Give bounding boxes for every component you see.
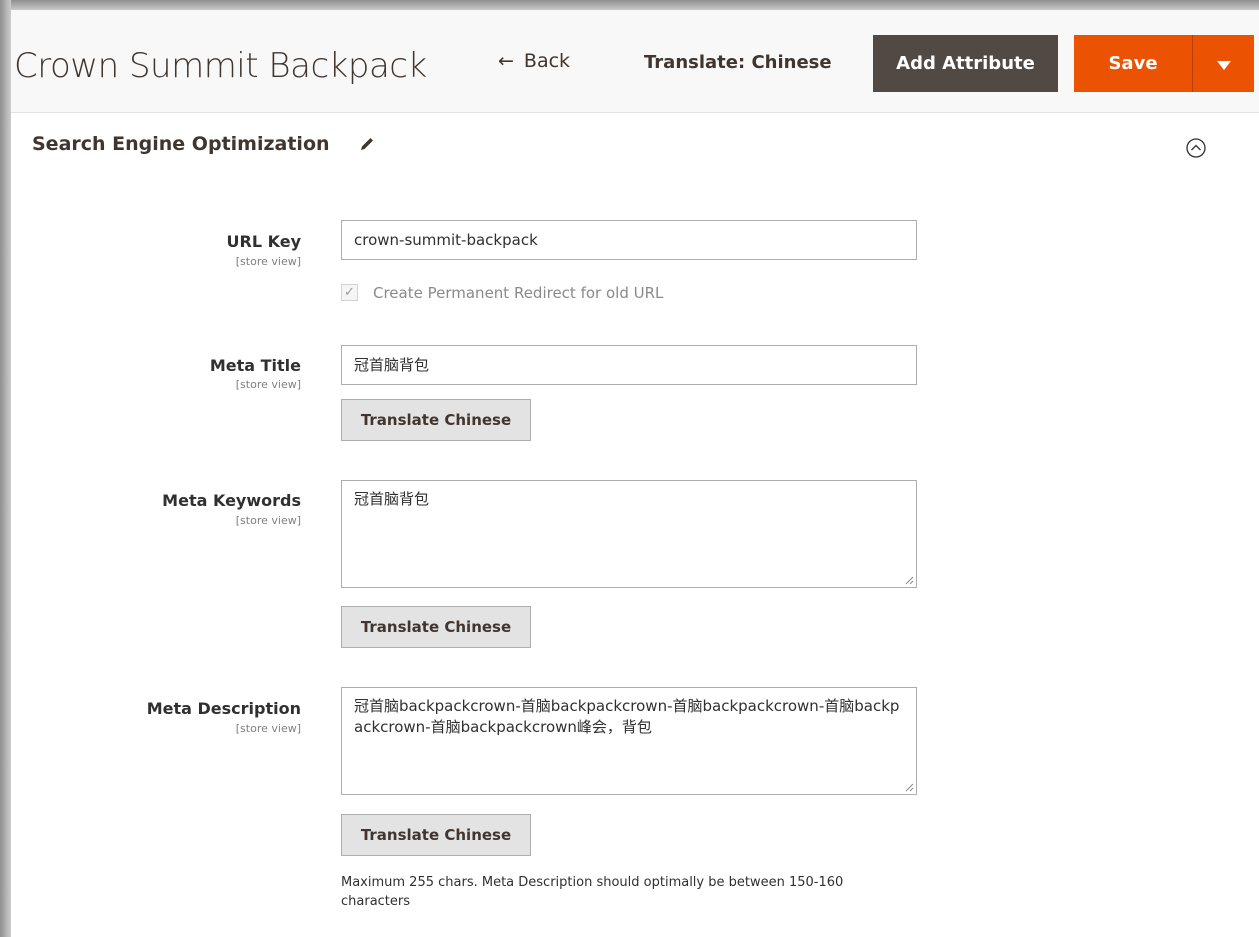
- meta-title-label: Meta Title: [209, 356, 301, 375]
- save-button[interactable]: Save: [1074, 35, 1192, 92]
- resize-grip-icon[interactable]: [905, 783, 914, 792]
- add-attribute-button[interactable]: Add Attribute: [873, 35, 1058, 92]
- translate-meta-keywords-button[interactable]: Translate Chinese: [341, 606, 531, 648]
- save-options-toggle[interactable]: [1193, 35, 1254, 92]
- meta-keywords-value: 冠首脑背包: [354, 490, 430, 508]
- section-title[interactable]: Search Engine Optimization: [32, 133, 330, 155]
- meta-keywords-textarea[interactable]: 冠首脑背包: [341, 480, 917, 588]
- window-frame-top: [0, 0, 1259, 10]
- pencil-icon[interactable]: [357, 134, 377, 154]
- meta-keywords-label: Meta Keywords: [162, 491, 301, 510]
- chevron-down-icon: [1216, 61, 1231, 70]
- url-key-scope: [store view]: [235, 255, 301, 268]
- page-header: Crown Summit Backpack ← Back Translate: C…: [11, 10, 1259, 113]
- back-button[interactable]: ← Back: [498, 50, 570, 72]
- translate-meta-title-button[interactable]: Translate Chinese: [341, 399, 531, 441]
- meta-description-label: Meta Description: [146, 699, 301, 718]
- meta-description-textarea[interactable]: 冠首脑backpackcrown-首脑backpackcrown-首脑backp…: [341, 687, 917, 795]
- meta-description-scope: [store view]: [235, 722, 301, 735]
- back-arrow-icon: ←: [498, 50, 514, 72]
- meta-keywords-scope: [store view]: [235, 514, 301, 527]
- meta-description-note: Maximum 255 chars. Meta Description shou…: [341, 875, 844, 909]
- meta-title-input[interactable]: 冠首脑背包: [341, 345, 917, 385]
- url-key-input[interactable]: crown-summit-backpack: [341, 220, 917, 260]
- page-title: Crown Summit Backpack: [14, 46, 427, 86]
- back-label: Back: [523, 50, 571, 72]
- redirect-checkbox-label: Create Permanent Redirect for old URL: [373, 284, 664, 302]
- window-frame-left: [0, 0, 11, 937]
- save-button-group: Save: [1074, 35, 1254, 92]
- translate-chinese-button[interactable]: Translate: Chinese: [644, 52, 832, 73]
- meta-description-value: 冠首脑backpackcrown-首脑backpackcrown-首脑backp…: [354, 697, 900, 736]
- url-key-label: URL Key: [226, 232, 301, 251]
- meta-title-scope: [store view]: [235, 378, 301, 391]
- redirect-checkbox[interactable]: ✓: [341, 284, 358, 301]
- translate-meta-description-button[interactable]: Translate Chinese: [341, 814, 531, 856]
- resize-grip-icon[interactable]: [905, 576, 914, 585]
- collapse-chevron-up-icon[interactable]: [1184, 136, 1208, 160]
